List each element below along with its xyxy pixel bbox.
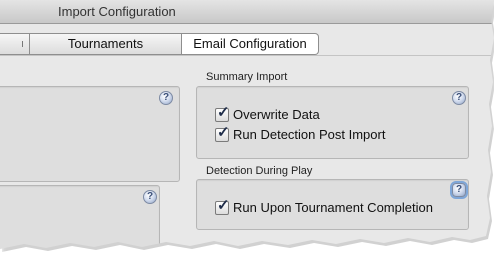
checkmark-icon: ✓ [217, 196, 230, 214]
tab-content: ? ? Summary Import ? ✓ Overwrite Data ✓ [0, 55, 494, 249]
help-icon[interactable]: ? [159, 91, 173, 105]
left-upper-group: ? [0, 86, 180, 182]
checkbox-label: Run Detection Post Import [233, 127, 386, 142]
help-icon[interactable]: ? [143, 190, 157, 204]
tab-email-configuration[interactable]: Email Configuration [182, 33, 319, 55]
tab-previous[interactable] [0, 33, 30, 55]
checkbox-label: Run Upon Tournament Completion [233, 200, 433, 215]
detection-during-play-group: ? ✓ Run Upon Tournament Completion [196, 179, 469, 230]
title-bar[interactable]: Import Configuration [0, 0, 494, 24]
window-title: Import Configuration [58, 4, 176, 19]
summary-import-group: ? ✓ Overwrite Data ✓ Run Detection Post … [196, 86, 469, 159]
summary-import-label: Summary Import [206, 71, 288, 83]
checkmark-icon: ✓ [217, 123, 230, 141]
checkbox-box[interactable]: ✓ [215, 123, 230, 142]
help-icon[interactable]: ? [452, 91, 466, 105]
import-configuration-window: Import Configuration Tournaments Email C… [0, 0, 494, 249]
run-upon-tournament-completion-checkbox[interactable]: ✓ Run Upon Tournament Completion [215, 196, 433, 215]
tab-tournaments[interactable]: Tournaments [30, 33, 182, 55]
help-icon[interactable]: ? [452, 183, 466, 197]
overwrite-data-checkbox[interactable]: ✓ Overwrite Data [215, 103, 320, 122]
checkmark-icon: ✓ [217, 103, 230, 121]
run-detection-post-import-checkbox[interactable]: ✓ Run Detection Post Import [215, 123, 386, 142]
detection-during-play-label: Detection During Play [206, 165, 313, 177]
tab-bar: Tournaments Email Configuration [0, 33, 319, 55]
checkbox-box[interactable]: ✓ [215, 196, 230, 215]
screenshot-stage: Import Configuration Tournaments Email C… [0, 0, 494, 276]
checkbox-label: Overwrite Data [233, 107, 320, 122]
checkbox-box[interactable]: ✓ [215, 103, 230, 122]
